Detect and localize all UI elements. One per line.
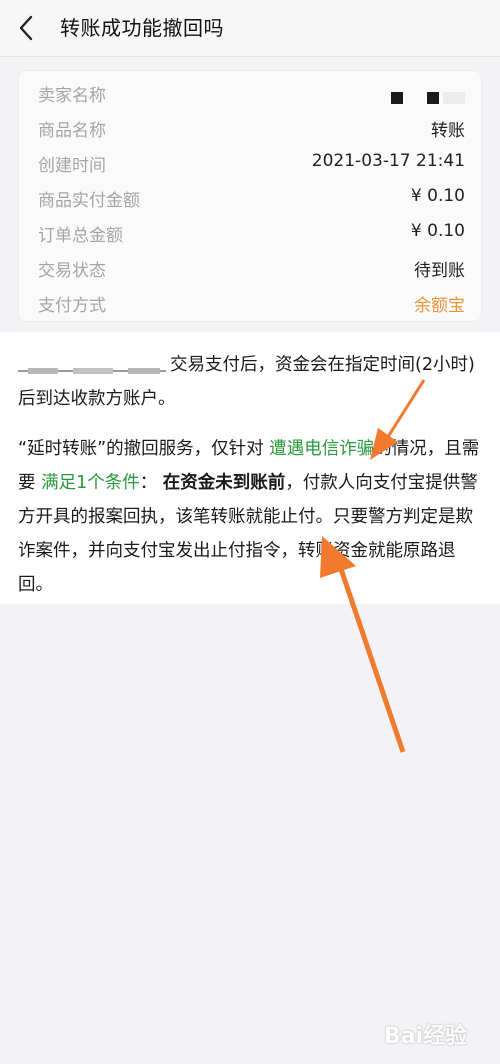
- row-status: 交易状态 待到账: [19, 250, 483, 285]
- status-value: 待到账: [414, 261, 465, 281]
- chevron-left-icon[interactable]: [14, 12, 42, 44]
- paragraph-2: “延时转账”的撤回服务，仅针对 遭遇电信诈骗的情况，且需要 满足1个条件： 在资…: [18, 432, 488, 602]
- paid-amount-value: ¥ 0.10: [410, 186, 465, 206]
- order-detail-card: 卖家名称 商品名称 转账 创建时间 2021-03-17 21:41 商品实付金…: [18, 70, 482, 322]
- row-created: 创建时间 2021-03-17 21:41: [19, 145, 483, 180]
- payment-method-value[interactable]: 余额宝: [414, 291, 465, 316]
- watermark: Bai经验: [384, 1012, 494, 1056]
- paragraph-2-colon: ：: [139, 473, 158, 493]
- paragraph-1: 交易支付后，资金会在指定时间(2小时)后到达收款方账户。: [18, 348, 488, 416]
- highlight-one-condition: 满足1个条件: [41, 473, 140, 493]
- paragraph-2-part-a: “延时转账”的撤回服务，仅针对: [18, 439, 264, 459]
- top-bar: 转账成功能撤回吗: [0, 0, 500, 57]
- paid-amount-label: 商品实付金额: [38, 191, 140, 211]
- highlight-telecom-fraud: 遭遇电信诈骗: [269, 439, 375, 459]
- row-seller: 卖家名称: [19, 75, 483, 110]
- created-time-value: 2021-03-17 21:41: [311, 151, 465, 171]
- row-total: 订单总金额 ¥ 0.10: [19, 215, 483, 250]
- total-amount-label: 订单总金额: [38, 226, 123, 246]
- row-product: 商品名称 转账: [19, 110, 483, 145]
- bold-before-arrival: 在资金未到账前: [162, 473, 286, 493]
- payment-method-label: 支付方式: [38, 296, 106, 316]
- row-payment: 支付方式 余额宝: [19, 285, 483, 320]
- seller-name-redacted: [385, 92, 465, 108]
- total-amount-value: ¥ 0.10: [410, 221, 465, 241]
- product-name-value: 转账: [431, 121, 465, 141]
- article-body: 交易支付后，资金会在指定时间(2小时)后到达收款方账户。 “延时转账”的撤回服务…: [0, 332, 500, 604]
- seller-name-label: 卖家名称: [38, 86, 106, 106]
- watermark-text: Bai经验: [384, 1024, 468, 1049]
- product-name-label: 商品名称: [38, 121, 106, 141]
- row-paid-amount: 商品实付金额 ¥ 0.10: [19, 180, 483, 215]
- page-title: 转账成功能撤回吗: [60, 16, 224, 40]
- created-time-label: 创建时间: [38, 156, 106, 176]
- blurred-small-text: [18, 356, 168, 374]
- status-label: 交易状态: [38, 261, 106, 281]
